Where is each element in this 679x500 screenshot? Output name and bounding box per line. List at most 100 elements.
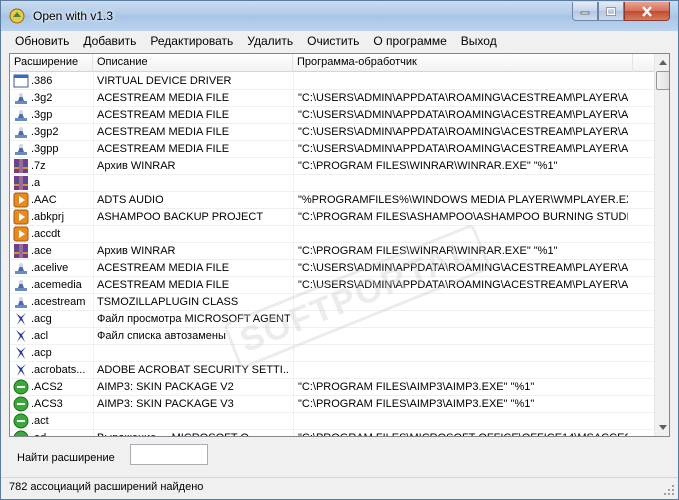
grid-line <box>93 430 94 436</box>
cell-extension: .ace <box>31 245 52 257</box>
table-row[interactable]: .act <box>10 413 654 430</box>
cell-program <box>298 226 628 242</box>
table-row[interactable]: .acemedia ACESTREAM MEDIA FILE "C:\USERS\A… <box>10 277 654 294</box>
winrar-icon <box>13 243 29 259</box>
grid-line <box>293 328 294 344</box>
grid-line <box>293 277 294 293</box>
grid-line <box>293 243 294 259</box>
cell-description: ADTS AUDIO <box>97 194 164 206</box>
grid-line <box>93 226 94 242</box>
grid-line <box>293 379 294 395</box>
cell-extension: .ACS3 <box>31 398 63 410</box>
table-row[interactable]: .acrobats... ADOBE ACROBAT SECURITY SETTI… <box>10 362 654 379</box>
grid-line <box>293 158 294 174</box>
cell-extension: .act <box>31 415 49 427</box>
cell-description: VIRTUAL DEVICE DRIVER <box>97 75 232 87</box>
table-row[interactable]: .386 VIRTUAL DEVICE DRIVER <box>10 73 654 90</box>
table-row[interactable]: .acg Файл просмотра MICROSOFT AGENT <box>10 311 654 328</box>
table-row[interactable]: .3gp2 ACESTREAM MEDIA FILE "C:\USERS\ADMIN… <box>10 124 654 141</box>
table-row[interactable]: .a <box>10 175 654 192</box>
table-row[interactable]: .AAC ADTS AUDIO "%PROGRAMFILES%\WINDOWS ME… <box>10 192 654 209</box>
generic-icon <box>13 73 29 89</box>
acestream-icon <box>13 107 29 123</box>
table-row[interactable]: .abkprj ASHAMPOO BACKUP PROJECT "C:\PROGRA… <box>10 209 654 226</box>
grid-line <box>93 175 94 191</box>
chevron-down-icon <box>659 425 667 430</box>
cell-description <box>97 226 290 242</box>
menu-edit[interactable]: Редактировать <box>143 32 240 51</box>
scroll-thumb[interactable] <box>656 71 669 90</box>
grid-line <box>293 396 294 412</box>
maximize-button[interactable] <box>598 2 624 21</box>
table-row[interactable]: .3gpp ACESTREAM MEDIA FILE "C:\USERS\ADMIN… <box>10 141 654 158</box>
status-bar: 782 ассоциаций расширений найдено <box>1 477 678 499</box>
cell-extension: .3gp2 <box>31 126 59 138</box>
column-header-description[interactable]: Описание <box>93 54 293 72</box>
scroll-up-button[interactable] <box>655 54 669 71</box>
menu-add[interactable]: Добавить <box>76 32 143 51</box>
table-row[interactable]: .7z Архив WINRAR "C:\PROGRAM FILES\WINRAR\… <box>10 158 654 175</box>
grid-line <box>293 311 294 327</box>
menu-delete[interactable]: Удалить <box>240 32 300 51</box>
table-row[interactable]: .accdt <box>10 226 654 243</box>
cell-extension: .acemedia <box>31 279 82 291</box>
cell-program: "C:\USERS\ADMIN\APPDATA\ROAMING\ACESTREA… <box>298 143 628 155</box>
cell-extension: .386 <box>31 75 53 87</box>
title-bar[interactable]: Open with v1.3 <box>1 1 678 31</box>
grid-line <box>293 362 294 378</box>
cell-description <box>97 345 290 361</box>
cell-description: TSMOZILLAPLUGIN CLASS <box>97 296 239 308</box>
grid-line <box>93 328 94 344</box>
minimize-button[interactable] <box>572 2 598 21</box>
media-icon <box>13 226 29 242</box>
cell-program <box>298 362 628 378</box>
vertical-scrollbar[interactable] <box>654 54 669 436</box>
cell-description: Архив WINRAR <box>97 245 176 257</box>
cell-program: "C:\USERS\ADMIN\APPDATA\ROAMING\ACESTREA… <box>298 109 628 121</box>
cell-program <box>298 175 628 191</box>
table-row[interactable]: .ace Архив WINRAR "C:\PROGRAM FILES\WINRAR… <box>10 243 654 260</box>
cell-extension: .3g2 <box>31 92 53 104</box>
cell-program: "C:\USERS\ADMIN\APPDATA\ROAMING\ACESTREA… <box>298 279 628 291</box>
extensions-list[interactable]: Расширение Описание Программа-обработчик… <box>9 53 670 437</box>
table-row[interactable]: .acl Файл списка автозамены <box>10 328 654 345</box>
table-row[interactable]: .acelive ACESTREAM MEDIA FILE "C:\USERS\AD… <box>10 260 654 277</box>
table-row[interactable]: .ACS3 AIMP3: SKIN PACKAGE V3 "C:\PROGRAM F… <box>10 396 654 413</box>
table-row[interactable]: .3gp ACESTREAM MEDIA FILE "C:\USERS\ADMIN\… <box>10 107 654 124</box>
cell-extension: .acestream <box>31 296 86 308</box>
cell-description: ACESTREAM MEDIA FILE <box>97 262 230 274</box>
menu-exit[interactable]: Выход <box>454 32 504 51</box>
agent-icon <box>13 311 29 327</box>
grid-line <box>93 209 94 225</box>
close-button[interactable] <box>624 2 670 21</box>
menu-refresh[interactable]: Обновить <box>8 32 76 51</box>
table-row[interactable]: .acp <box>10 345 654 362</box>
table-row[interactable]: .ACS2 AIMP3: SKIN PACKAGE V2 "C:\PROGRAM F… <box>10 379 654 396</box>
grid-line <box>293 209 294 225</box>
grid-line <box>93 260 94 276</box>
table-row[interactable]: .3g2 ACESTREAM MEDIA FILE "C:\USERS\ADMIN\… <box>10 90 654 107</box>
table-row[interactable]: .acestream TSMOZILLAPLUGIN CLASS <box>10 294 654 311</box>
cell-description: ACESTREAM MEDIA FILE <box>97 126 230 138</box>
cell-extension: .AAC <box>31 194 57 206</box>
scroll-down-button[interactable] <box>655 419 669 436</box>
grid-line <box>93 396 94 412</box>
agent-icon <box>13 328 29 344</box>
search-input[interactable] <box>130 444 208 465</box>
cell-program <box>298 311 628 327</box>
column-header-extension[interactable]: Расширение <box>10 54 93 72</box>
cell-program: "C:\PROGRAM FILES\MICROSOFT OFFICE\OFFIC… <box>298 430 628 436</box>
cell-description <box>97 175 290 191</box>
menu-about[interactable]: О программе <box>366 32 453 51</box>
menu-clear[interactable]: Очистить <box>300 32 366 51</box>
acestream-icon <box>13 124 29 140</box>
column-header-program[interactable]: Программа-обработчик <box>293 54 633 72</box>
acestream-icon <box>13 294 29 310</box>
cell-description: AIMP3: SKIN PACKAGE V2 <box>97 381 234 393</box>
cell-extension: .ACS2 <box>31 381 63 393</box>
grid-line <box>93 73 94 89</box>
cell-program <box>298 413 628 429</box>
resize-grip-icon[interactable] <box>664 485 675 496</box>
winrar-icon <box>13 158 29 174</box>
table-row[interactable]: .ad Выражение ... MICROSOFT O... "C:\PROGR… <box>10 430 654 436</box>
